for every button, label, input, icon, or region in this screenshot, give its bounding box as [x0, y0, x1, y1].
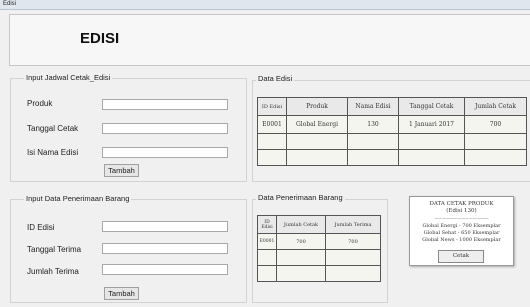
popup-line: Global News - 1000 Eksemplar	[422, 237, 501, 243]
table-row[interactable]	[257, 149, 527, 166]
id-edisi-label: ID Edisi	[27, 223, 55, 232]
cetak-button[interactable]: Cetak	[438, 250, 484, 263]
popup-line: Global Energi - 700 Eksemplar	[422, 223, 501, 229]
produk-label: Produk	[27, 99, 53, 108]
penerimaan-group-title: Input Data Penerimaan Barang	[24, 194, 132, 203]
cell: Global Energi	[286, 115, 348, 134]
nama-edisi-input[interactable]	[102, 147, 228, 158]
cell: 700	[276, 233, 326, 250]
jumlah-terima-input[interactable]	[102, 264, 228, 275]
cetak-popup: DATA CETAK PRODUK (Edisi 130) ----------…	[409, 196, 514, 266]
col-tanggal-cetak: Tanggal Cetak	[398, 97, 465, 116]
title-bar: Edisi	[0, 0, 530, 10]
col-id-edisi: ID Edisi	[257, 97, 287, 116]
data-edisi-title: Data Edisi	[256, 74, 295, 83]
table-row[interactable]: E0001 Global Energi 130 1 Januari 2017 7…	[257, 115, 527, 134]
table-row[interactable]	[257, 249, 381, 266]
tambah-jadwal-button[interactable]: Tambah	[104, 164, 139, 177]
table-row[interactable]: E0001 700 700	[257, 233, 381, 250]
data-penerimaan-table: ID Edisi Jumlah Cetak Jumlah Terima E000…	[257, 215, 381, 282]
data-edisi-table: ID Edisi Produk Nama Edisi Tanggal Cetak…	[257, 97, 527, 166]
page-title: EDISI	[80, 30, 120, 47]
tambah-penerimaan-button[interactable]: Tambah	[104, 287, 139, 300]
tanggal-terima-input[interactable]	[102, 243, 228, 254]
cell: 1 Januari 2017	[398, 115, 465, 134]
popup-subtitle: (Edisi 130)	[446, 208, 477, 214]
col-id-edisi: ID Edisi	[257, 215, 277, 234]
cell: E0001	[257, 115, 287, 134]
col-jumlah-cetak: Jumlah Cetak	[276, 215, 326, 234]
jumlah-terima-label: Jumlah Terima	[27, 267, 79, 276]
produk-input[interactable]	[102, 99, 228, 110]
col-nama-edisi: Nama Edisi	[347, 97, 399, 116]
nama-edisi-label: Isi Nama Edisi	[27, 148, 79, 157]
col-jumlah-terima: Jumlah Terima	[325, 215, 381, 234]
cell: 700	[464, 115, 527, 134]
data-penerimaan-title: Data Penerimaan Barang	[256, 193, 345, 202]
tanggal-terima-label: Tanggal Terima	[27, 245, 82, 254]
col-jumlah-cetak: Jumlah Cetak	[464, 97, 527, 116]
popup-line: Global Sehat - 650 Eksemplar	[423, 230, 500, 236]
table-row[interactable]	[257, 133, 527, 150]
popup-title: DATA CETAK PRODUK	[429, 201, 494, 207]
cell: 700	[325, 233, 381, 250]
jadwal-group-title: Input Jadwal Cetak_Edisi	[24, 73, 113, 82]
id-edisi-input[interactable]	[102, 221, 228, 232]
tanggal-cetak-label: Tanggal Cetak	[27, 124, 79, 133]
header-panel: EDISI	[9, 14, 530, 66]
cell: E0001	[257, 233, 277, 250]
window-title: Edisi	[3, 1, 17, 7]
cell: 130	[347, 115, 399, 134]
table-row[interactable]	[257, 265, 381, 282]
popup-separator: ----------------------------------------	[434, 216, 489, 221]
tanggal-cetak-input[interactable]	[102, 123, 228, 134]
col-produk: Produk	[286, 97, 348, 116]
